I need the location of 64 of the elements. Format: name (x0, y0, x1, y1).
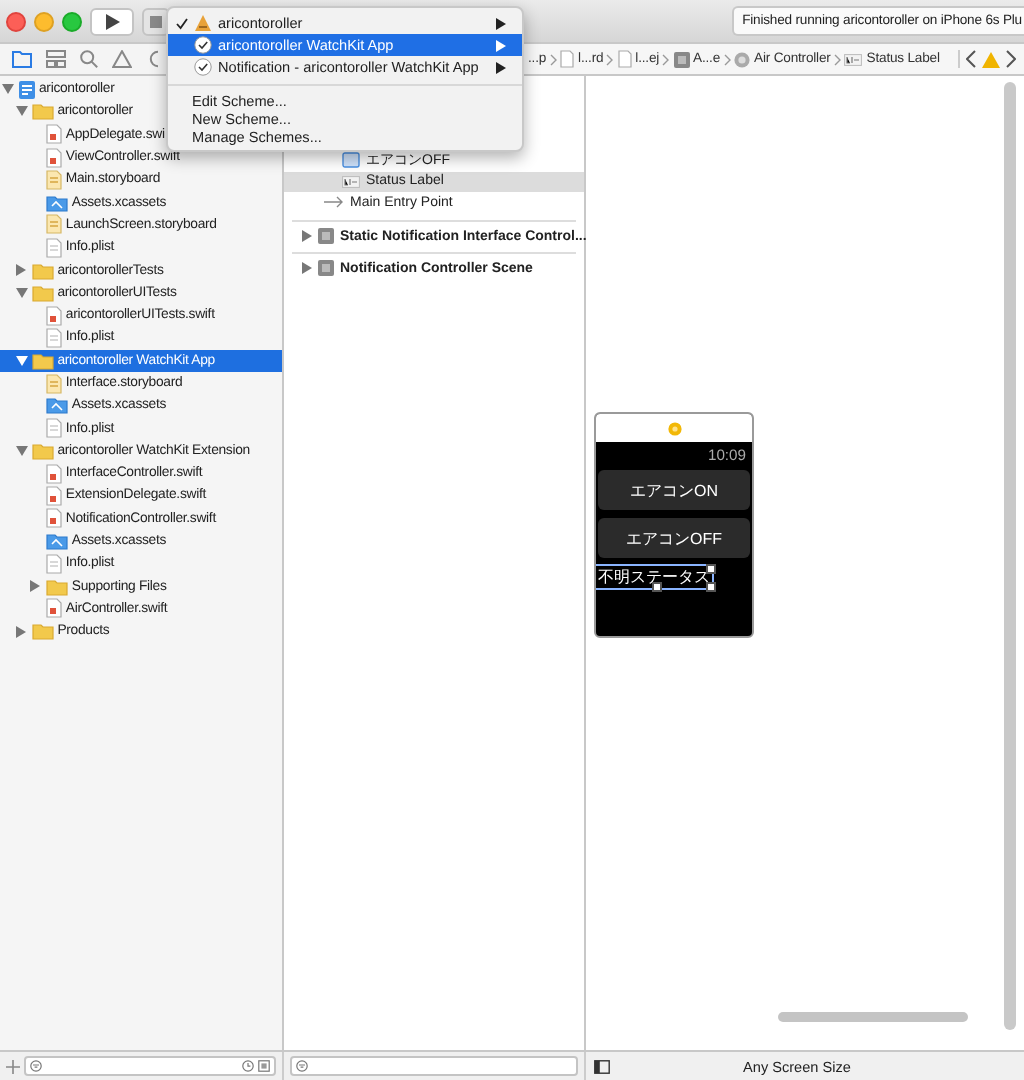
swift-file-icon (45, 124, 62, 145)
disclosure-triangle-icon[interactable] (16, 625, 27, 638)
app-icon (194, 14, 212, 32)
forward-icon[interactable] (1006, 50, 1016, 68)
storyboard-file-icon (45, 214, 62, 235)
swift-file-icon (45, 147, 62, 168)
disclosure-triangle-icon[interactable] (15, 106, 28, 117)
sidebar-toggle-icon[interactable] (594, 1059, 610, 1073)
asset-catalog-icon (45, 532, 68, 551)
folder-icon (31, 441, 54, 460)
arrow-icon (324, 196, 344, 209)
folder-icon (31, 351, 54, 370)
disclosure-triangle-icon[interactable] (16, 264, 27, 277)
swift-file-icon (45, 508, 62, 529)
search-icon[interactable] (80, 50, 98, 68)
disclosure-triangle-icon[interactable] (15, 355, 28, 366)
watch-button[interactable]: エアコンON (598, 470, 750, 510)
clock-icon[interactable] (242, 1060, 254, 1072)
filter-icon (296, 1060, 308, 1072)
disclosure-triangle-icon[interactable] (15, 287, 28, 298)
button-icon (342, 152, 360, 169)
folder-icon (31, 622, 54, 641)
chevron-icon (833, 53, 842, 65)
swift-file-icon (45, 598, 62, 619)
asset-catalog-icon (45, 193, 68, 212)
filter-field[interactable] (290, 1056, 578, 1076)
chevron-icon (723, 53, 732, 65)
disclosure-triangle-icon[interactable] (302, 262, 312, 274)
swift-file-icon (45, 305, 62, 326)
watch-scheme-icon (194, 58, 212, 76)
disclosure-triangle-icon[interactable] (302, 230, 312, 242)
add-icon[interactable] (6, 1059, 20, 1073)
chevron-icon (662, 53, 671, 65)
folder-icon (45, 577, 68, 596)
hierarchy-icon[interactable] (46, 50, 66, 68)
filter-icon (30, 1060, 42, 1072)
watch-scheme-icon (194, 36, 212, 54)
filter-field[interactable] (24, 1056, 276, 1076)
disclosure-triangle-icon[interactable] (30, 580, 41, 593)
watch-button[interactable]: エアコンOFF (598, 518, 750, 558)
storyboard-file-icon (45, 373, 62, 393)
folder-icon[interactable] (12, 50, 32, 68)
back-icon[interactable] (966, 50, 976, 68)
play-icon (105, 13, 119, 29)
stop-icon (150, 15, 162, 27)
chevron-icon (606, 53, 615, 65)
chevron-icon (549, 53, 558, 65)
storyboard-file-icon (45, 169, 62, 190)
disclosure-triangle-icon[interactable] (15, 445, 28, 456)
label-icon (844, 53, 863, 65)
controller-icon (667, 421, 681, 435)
status-label[interactable]: 不明ステータス (596, 566, 712, 588)
folder-icon (31, 102, 54, 121)
folder-icon (31, 261, 54, 280)
warning-icon[interactable] (112, 50, 132, 68)
swift-file-icon (45, 485, 62, 506)
asset-catalog-icon (45, 396, 68, 415)
run-button[interactable] (90, 7, 134, 35)
folder-icon (31, 283, 54, 302)
disclosure-triangle-icon[interactable] (1, 84, 13, 95)
label-icon (342, 175, 360, 188)
swift-file-icon (45, 463, 62, 484)
scene-icon (673, 51, 690, 67)
controller-icon (734, 51, 751, 67)
